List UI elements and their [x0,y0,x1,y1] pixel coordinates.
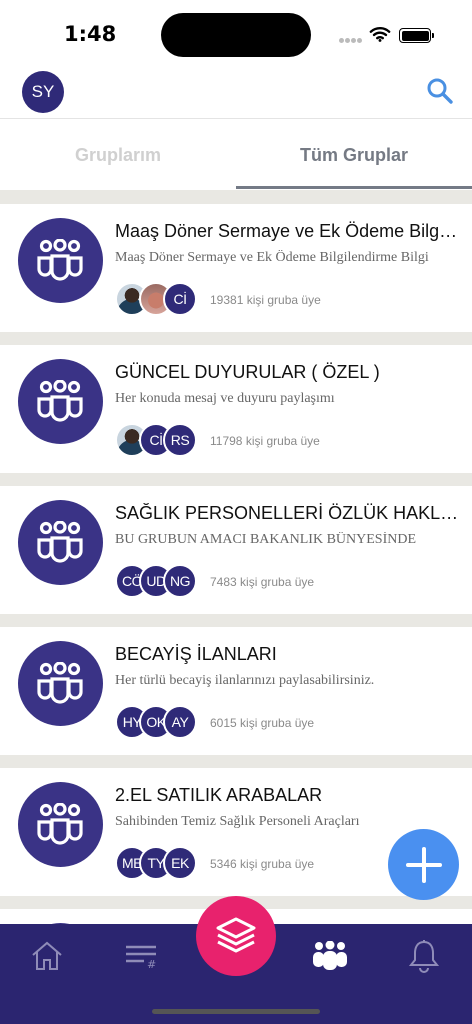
member-avatar: AY [163,705,197,739]
nav-home[interactable] [25,936,69,976]
group-card[interactable]: BECAYİŞ İLANLARI Her türlü becayiş ilanl… [0,627,472,755]
group-description: Maaş Döner Sermaye ve Ek Ödeme Bilgilend… [115,250,429,265]
member-avatar: Cİ [163,282,197,316]
group-description: Her türlü becayiş ilanlarınızı paylasabi… [115,673,375,688]
member-avatars: Cİ [115,282,205,316]
screen: 1:48 SY Gruplarım Tüm Gruplar Maaş Döner… [0,0,472,1024]
group-avatar [18,641,103,726]
home-indicator [152,1009,320,1014]
group-avatar [18,500,103,585]
member-avatar: EK [163,846,197,880]
member-avatars: CÖ UD NG [115,564,205,598]
member-avatar: RS [163,423,197,457]
signal-icon [339,37,363,45]
group-title: GÜNCEL DUYURULAR ( ÖZEL ) [115,362,380,382]
group-title: 2.EL SATILIK ARABALAR [115,785,323,805]
group-card[interactable]: SAĞLIK PERSONELLERİ ÖZLÜK HAKLARI BU GRU… [0,486,472,614]
group-avatar [18,359,103,444]
group-title: BECAYİŞ İLANLARI [115,644,277,664]
member-avatars: HY OK AY [115,705,205,739]
member-count: 11798 kişi gruba üye [210,434,320,448]
svg-text:#: # [147,958,156,969]
group-avatar [18,782,103,867]
nav-feed[interactable]: # [119,936,163,976]
search-icon[interactable] [424,76,456,108]
feed-list-icon: # [126,945,156,969]
status-time: 1:48 [64,22,117,46]
member-count: 7483 kişi gruba üye [210,575,315,589]
group-card[interactable]: Maaş Döner Sermaye ve Ek Ödeme Bilgilend… [0,204,472,332]
nav-groups[interactable] [308,936,352,976]
home-icon [32,941,62,970]
member-count: 19381 kişi gruba üye [210,293,321,307]
tab-all-groups[interactable]: Tüm Gruplar [236,119,472,191]
group-people-icon [37,239,83,281]
group-description: BU GRUBUN AMACI BAKANLIK BÜNYESİNDE [115,532,417,547]
group-avatar [18,218,103,303]
member-avatar: NG [163,564,197,598]
group-people-icon [37,521,83,563]
groups-icon [313,941,347,970]
group-tabs: Gruplarım Tüm Gruplar [0,118,472,190]
tab-my-groups[interactable]: Gruplarım [0,119,236,191]
active-tab-indicator [236,186,472,189]
group-description: Her konuda mesaj ve duyuru paylaşımı [115,391,335,406]
bell-icon [408,940,440,973]
plus-icon [405,846,442,883]
layers-icon [216,917,256,953]
group-people-icon [37,803,83,845]
group-description: Sahibinden Temiz Sağlık Personeli Araçla… [115,814,360,829]
member-count: 5346 kişi gruba üye [210,857,315,871]
member-avatars: ME TY EK [115,846,205,880]
profile-avatar[interactable]: SY [22,71,64,113]
group-people-icon [37,662,83,704]
group-list[interactable]: Maaş Döner Sermaye ve Ek Ödeme Bilgilend… [0,190,472,924]
group-title: SAĞLIK PERSONELLERİ ÖZLÜK HAKLARI [115,503,460,523]
status-bar: 1:48 [0,0,472,70]
group-title: Maaş Döner Sermaye ve Ek Ödeme Bilgilend… [115,221,460,241]
nav-notifications[interactable] [402,936,446,976]
group-people-icon [37,380,83,422]
add-group-button[interactable] [388,829,459,900]
member-count: 6015 kişi gruba üye [210,716,315,730]
group-card[interactable]: GÜNCEL DUYURULAR ( ÖZEL ) Her konuda mes… [0,345,472,473]
member-avatars: Cİ RS [115,423,205,457]
battery-icon [399,28,434,43]
center-action-button[interactable] [196,896,276,976]
dynamic-island [161,13,311,57]
wifi-icon [369,27,391,42]
